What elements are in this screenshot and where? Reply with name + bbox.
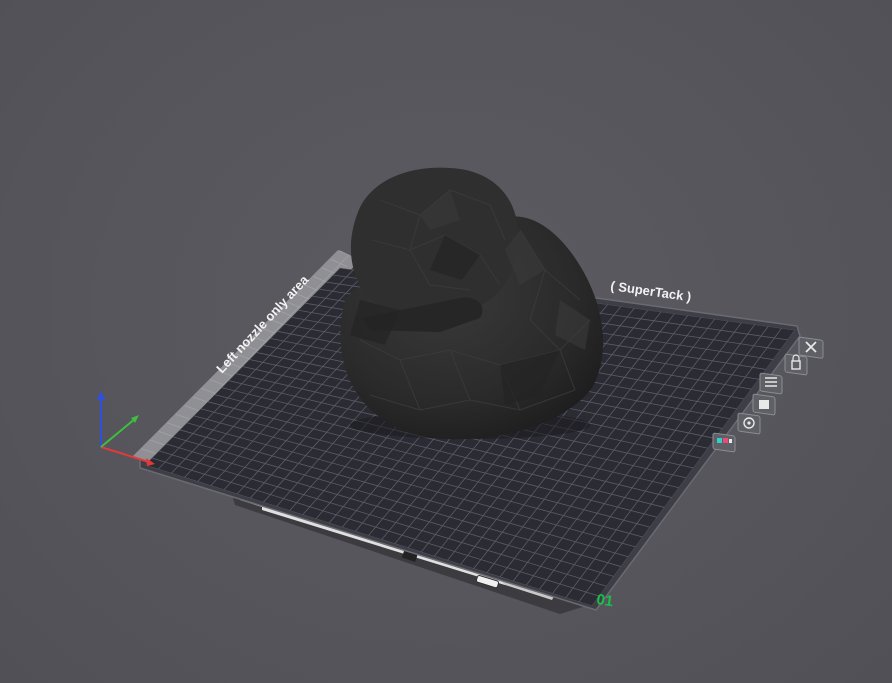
close-plate-icon[interactable] [798, 336, 824, 359]
orient-icon[interactable] [737, 412, 761, 435]
3d-viewport[interactable]: Left nozzle only area ( SuperTack ) 01 [0, 0, 892, 683]
lock-plate-icon[interactable] [784, 353, 808, 376]
build-plate-scene: Left nozzle only area ( SuperTack ) 01 [97, 167, 824, 614]
plate-settings-icon[interactable] [759, 372, 783, 395]
duck-model[interactable] [340, 167, 604, 440]
filament-map-icon[interactable] [712, 432, 736, 453]
plate-surface-label: ( SuperTack ) [610, 278, 693, 304]
arrange-icon[interactable] [752, 393, 776, 416]
plate-number: 01 [595, 591, 614, 610]
